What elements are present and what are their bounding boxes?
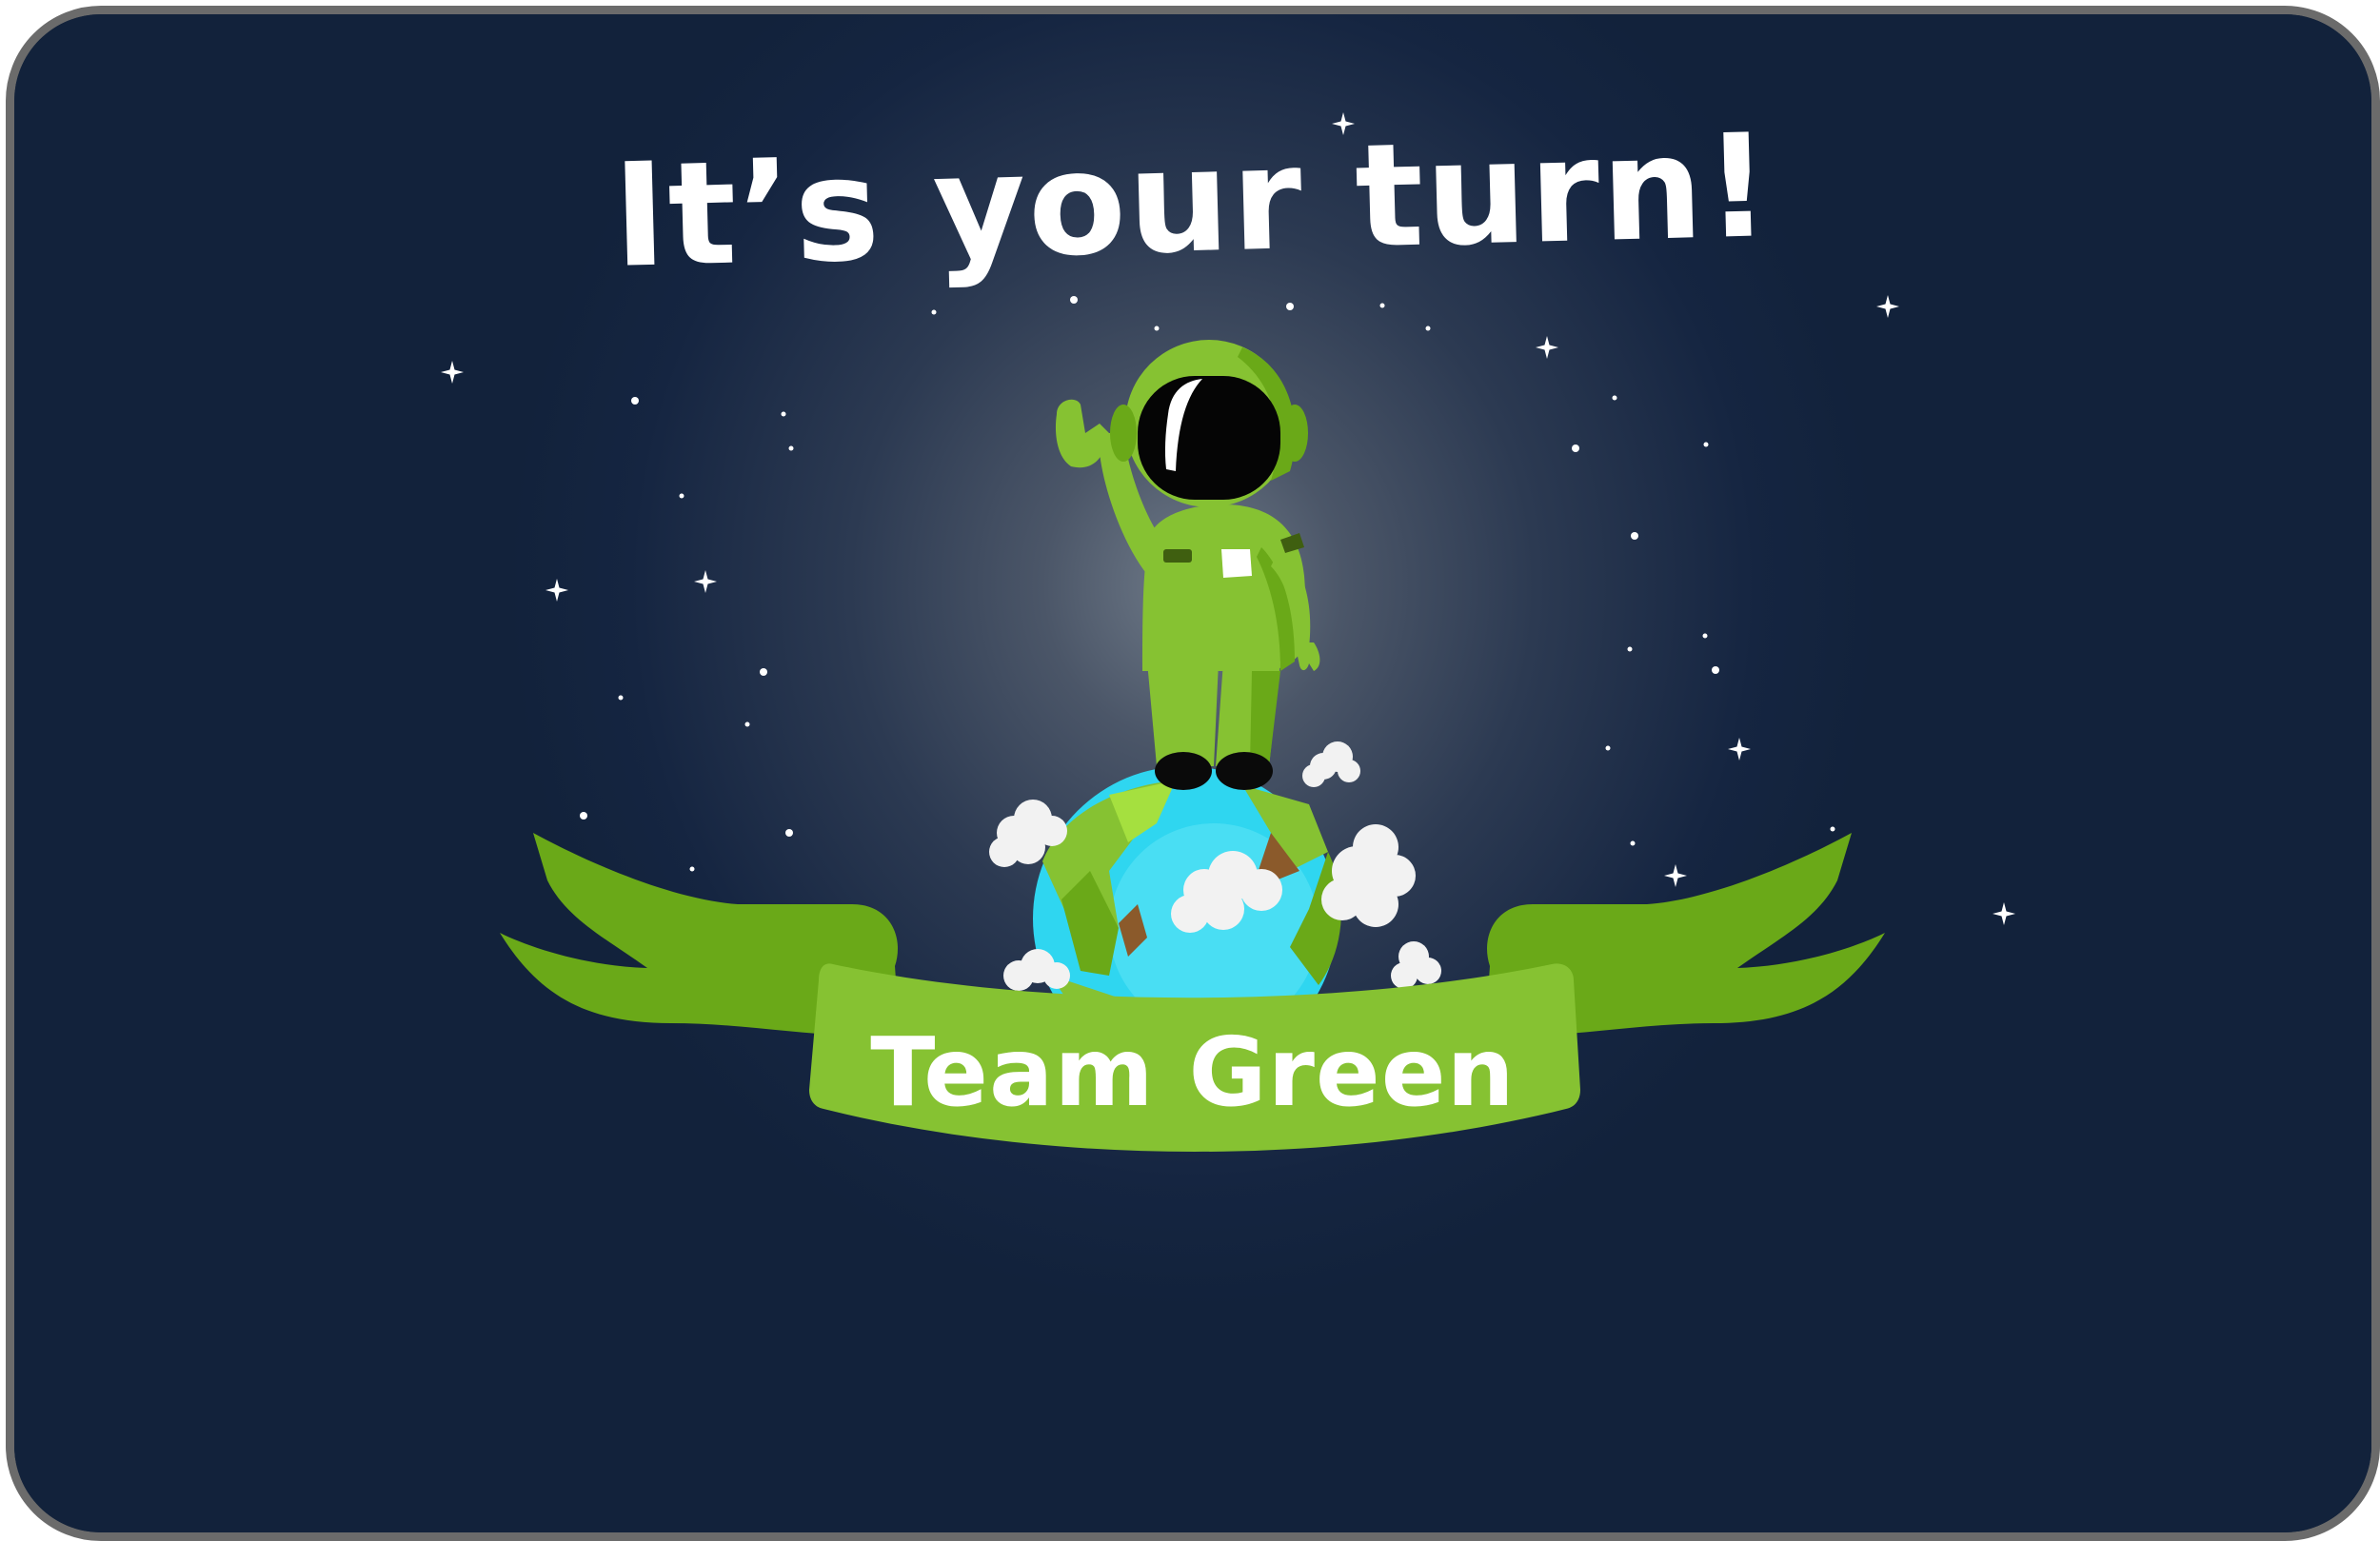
star-icon <box>760 668 767 676</box>
star-icon <box>781 411 786 417</box>
astronaut-icon <box>1055 340 1320 790</box>
star-icon <box>1154 326 1160 331</box>
star-icon <box>618 695 624 701</box>
star-icon <box>1572 445 1579 452</box>
star-icon <box>1605 745 1611 751</box>
cloud-icon <box>1321 824 1416 927</box>
star-icon <box>545 579 568 602</box>
turn-card: It’s your turn! Team Green <box>6 6 2380 1541</box>
star-icon <box>1664 864 1687 887</box>
star-icon <box>1612 395 1617 401</box>
star-icon <box>1631 532 1638 540</box>
star-icon <box>1830 826 1835 832</box>
star-icon <box>785 829 793 837</box>
star-icon <box>931 309 937 315</box>
star-icon <box>1993 902 2015 925</box>
star-icon <box>1425 326 1431 331</box>
star-icon <box>1712 666 1719 674</box>
star-icon <box>580 812 587 820</box>
star-icon <box>1536 336 1558 359</box>
star-icon <box>1630 840 1636 846</box>
star-icon <box>441 361 464 384</box>
star-icon <box>631 397 639 405</box>
cloud-icon <box>1302 741 1360 787</box>
star-icon <box>1728 738 1751 761</box>
star-icon <box>694 570 717 593</box>
star-icon <box>679 493 684 499</box>
star-icon <box>1379 303 1385 308</box>
star-icon <box>689 866 695 872</box>
star-icon <box>744 721 750 727</box>
team-name-label: Team Green <box>870 1017 1516 1128</box>
star-icon <box>788 445 794 451</box>
star-icon <box>1703 442 1709 447</box>
cloud-icon <box>1391 941 1441 989</box>
star-icon <box>1876 295 1899 318</box>
star-icon <box>1627 646 1633 652</box>
star-icon <box>1286 303 1294 310</box>
star-icon <box>1702 633 1708 639</box>
star-icon <box>1070 296 1078 304</box>
